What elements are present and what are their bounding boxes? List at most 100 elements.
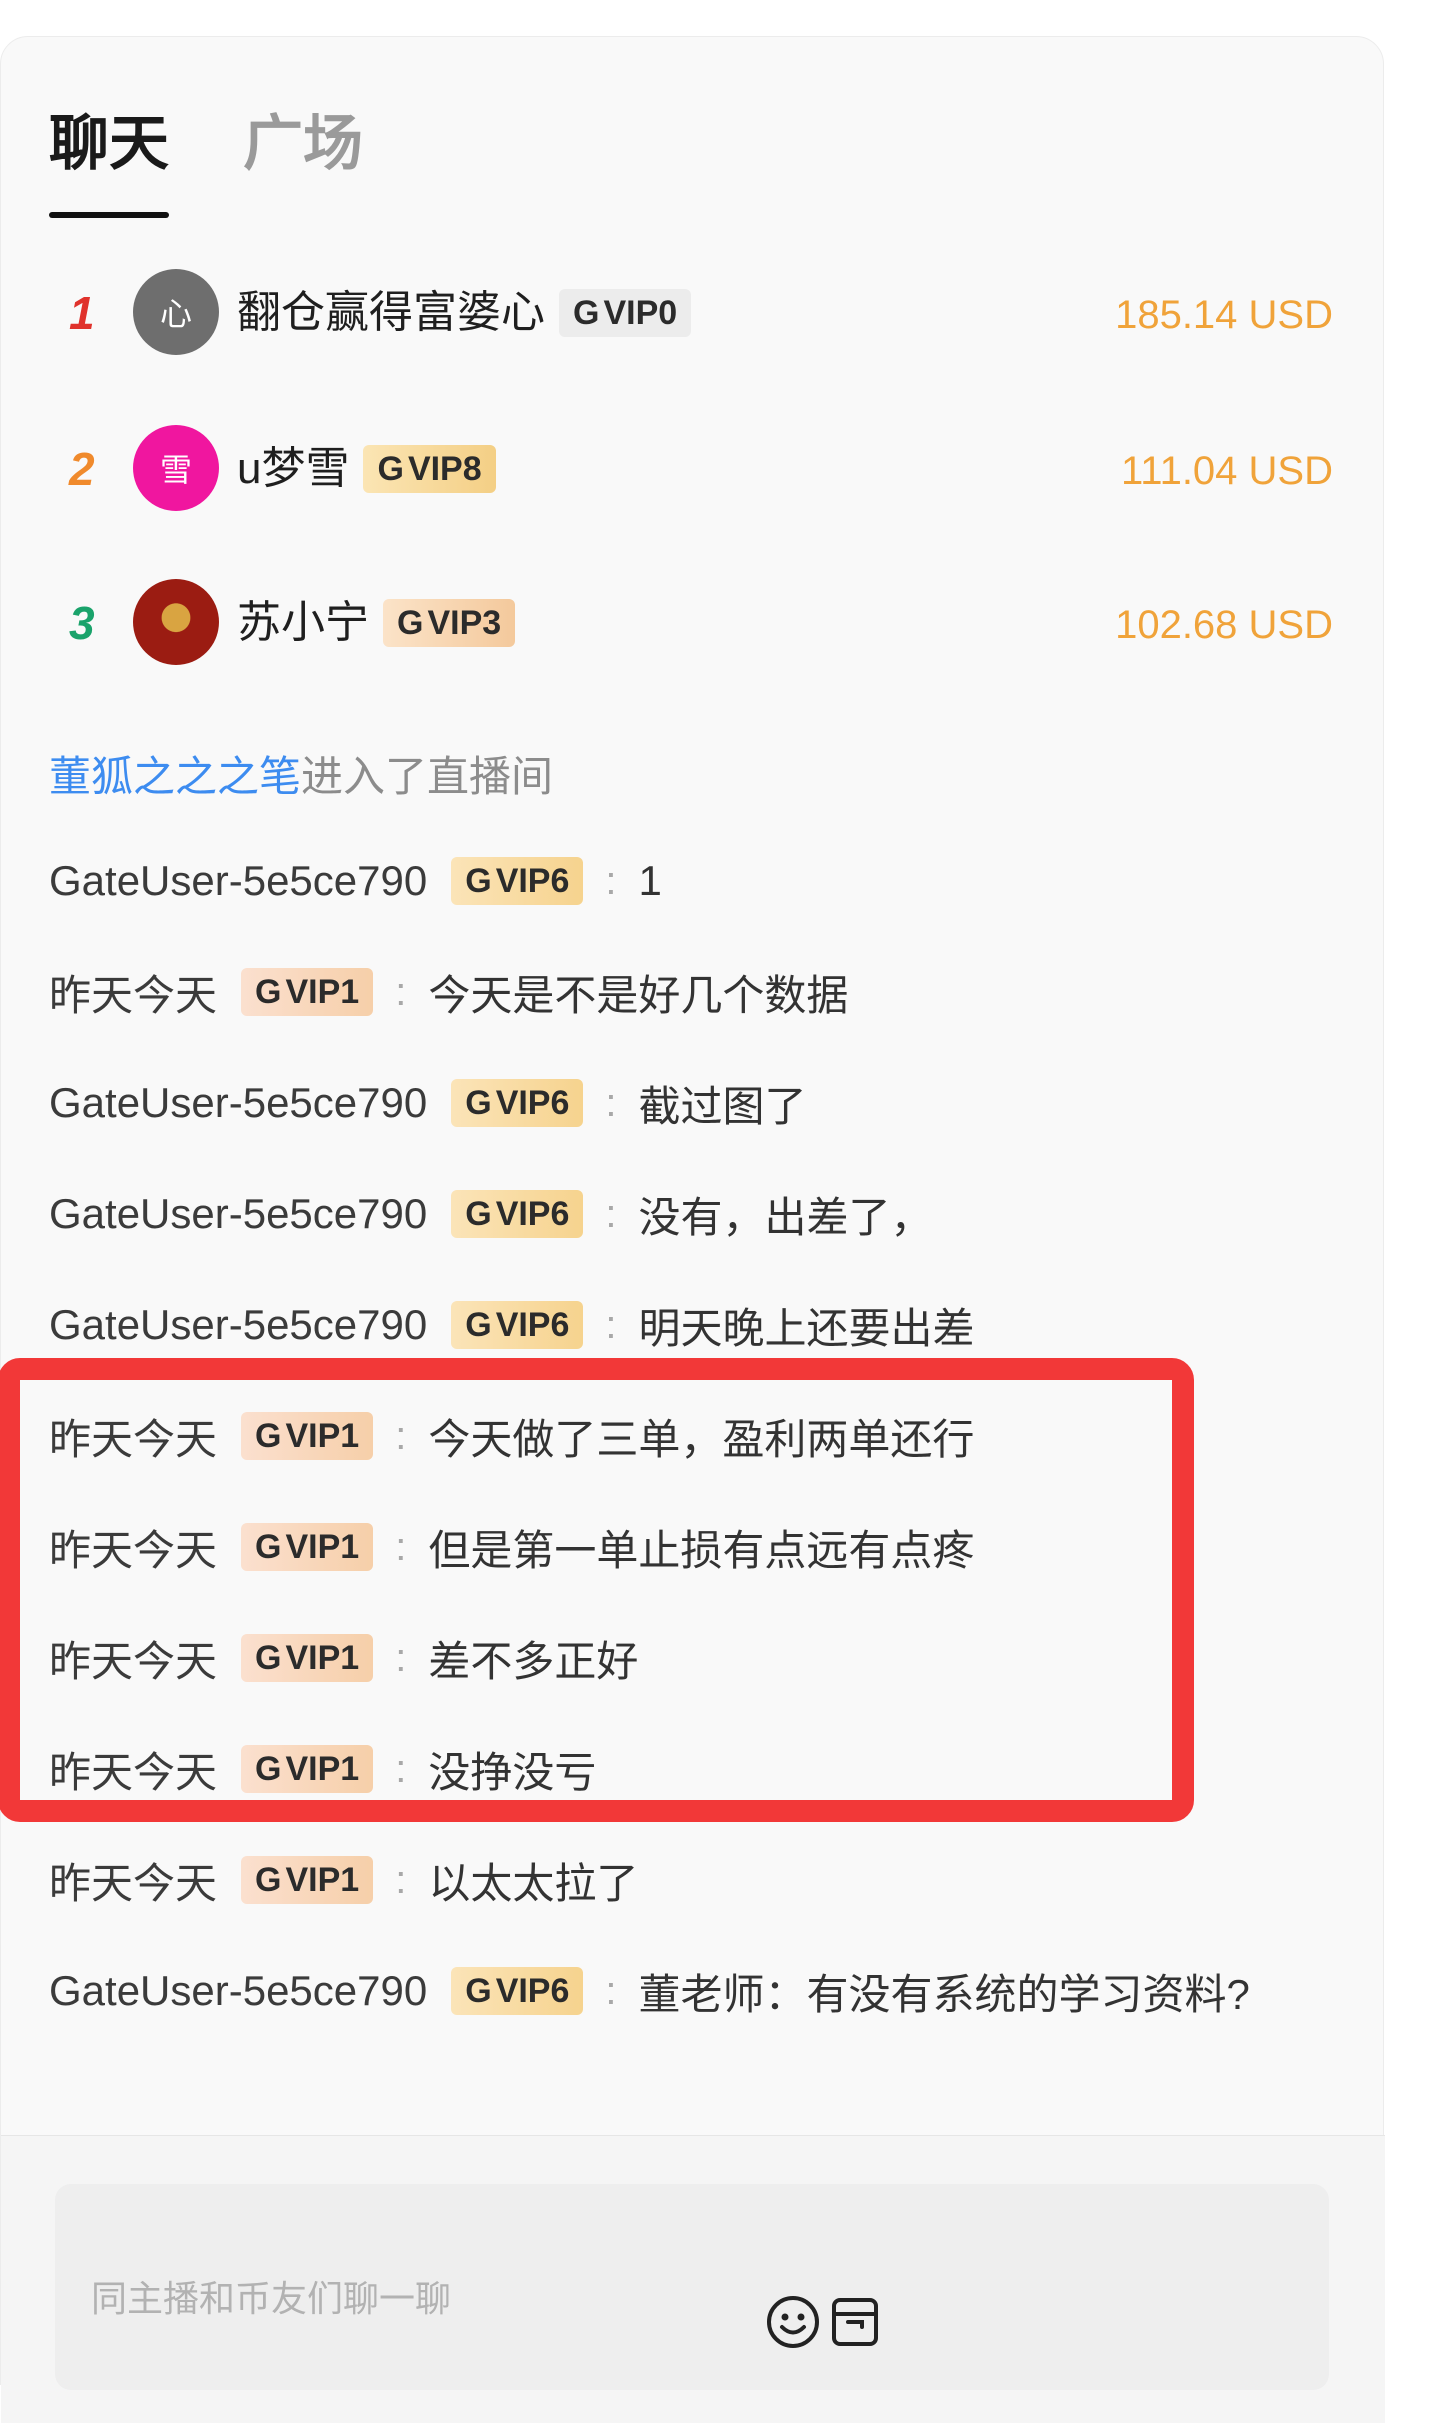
message-username[interactable]: 昨天今天 [49,1850,217,1911]
chat-message: GateUser-5e5ce790 G VIP6:1 [49,851,662,911]
message-username[interactable]: GateUser-5e5ce790 [49,1190,427,1238]
message-separator: : [395,1635,407,1680]
message-text: 今天是不是好几个数据 [428,971,849,1019]
message-text: 明天晚上还要出差 [638,1304,975,1352]
vip-level: VIP1 [285,1528,360,1566]
message-separator: : [605,1302,617,1347]
message-username[interactable]: GateUser-5e5ce790 [49,857,427,905]
tab-square[interactable]: 广场 [243,109,363,179]
message-username[interactable]: GateUser-5e5ce790 [49,1301,427,1349]
chat-input-box[interactable]: 同主播和币友们聊一聊 [55,2184,1329,2390]
message-username[interactable]: GateUser-5e5ce790 [49,1967,427,2015]
gate-logo-icon: G [465,1195,492,1233]
chat-message: GateUser-5e5ce790 G VIP6: 没有，出差了， [49,1184,933,1244]
chat-message: 昨天今天 G VIP1: 今天是不是好几个数据 [49,962,848,1022]
leaderboard-username[interactable]: 苏小宁 [237,598,369,647]
message-username[interactable]: 昨天今天 [49,1406,217,1467]
chat-message: GateUser-5e5ce790 G VIP6: 截过图了 [49,1073,807,1133]
message-separator: : [395,1413,407,1458]
gate-logo-icon: G [255,1417,282,1455]
vip-badge: G VIP6 [451,1967,584,2015]
leaderboard-username[interactable]: 翻仓赢得富婆心 [237,288,545,337]
leaderboard-row[interactable]: 3 苏小宁 G VIP3 102.68 USD [1,579,1385,669]
enter-notice-user[interactable]: 董狐之之之笔 [49,753,301,800]
vip-badge: G VIP6 [451,1079,584,1127]
leaderboard-amount: 185.14 USD [1115,293,1333,337]
message-text: 没挣没亏 [428,1748,597,1796]
leaderboard-user: 翻仓赢得富婆心 G VIP0 [237,287,692,339]
leaderboard-row[interactable]: 2 雪 u梦雪 G VIP8 111.04 USD [1,425,1385,515]
message-text: 董老师：有没有系统的学习资料? [638,1970,1250,2018]
vip-badge: G VIP6 [451,1190,584,1238]
active-tab-indicator [49,212,169,218]
gate-logo-icon: G [255,1528,282,1566]
avatar[interactable] [133,579,219,665]
chat-message: 昨天今天 G VIP1: 以太太拉了 [49,1850,638,1910]
leaderboard-row[interactable]: 1 心 翻仓赢得富婆心 G VIP0 185.14 USD [1,269,1385,359]
message-text: 截过图了 [638,1082,807,1130]
emoji-icon[interactable] [765,2294,821,2350]
vip-badge: G VIP6 [451,1301,584,1349]
vip-badge: G VIP3 [383,599,516,648]
message-text: 以太太拉了 [428,1859,639,1907]
chat-message: 昨天今天 G VIP1: 没挣没亏 [49,1739,596,1799]
leaderboard-username[interactable]: u梦雪 [237,444,349,493]
vip-level: VIP1 [285,1861,360,1899]
leaderboard-amount: 111.04 USD [1121,449,1333,493]
chat-message: GateUser-5e5ce790 G VIP6: 明天晚上还要出差 [49,1295,975,1355]
gate-logo-icon: G [397,604,424,643]
leaderboard-user: u梦雪 G VIP8 [237,443,496,495]
vip-level: VIP3 [427,604,502,643]
vip-level: VIP6 [495,862,570,900]
vip-level: VIP6 [495,1972,570,2010]
avatar[interactable]: 雪 [133,425,219,511]
message-username[interactable]: GateUser-5e5ce790 [49,1079,427,1127]
gate-logo-icon: G [255,973,282,1011]
message-separator: : [605,1968,617,2013]
vip-level: VIP1 [285,1417,360,1455]
vip-level: VIP8 [407,450,482,489]
vip-level: VIP1 [285,1639,360,1677]
enter-notice: 董狐之之之笔进入了直播间 [49,749,553,805]
vip-badge: G VIP1 [241,1745,374,1793]
chat-input-placeholder[interactable]: 同主播和币友们聊一聊 [91,2270,451,2322]
message-username[interactable]: 昨天今天 [49,1628,217,1689]
input-area: 同主播和币友们聊一聊 [1,2135,1385,2423]
chat-message: 昨天今天 G VIP1: 但是第一单止损有点远有点疼 [49,1517,974,1577]
tab-chat[interactable]: 聊天 [49,109,169,179]
gate-logo-icon: G [377,450,404,489]
gate-logo-icon: G [465,862,492,900]
message-text: 今天做了三单，盈利两单还行 [428,1415,975,1463]
avatar-initial: 雪 [159,452,192,488]
avatar[interactable]: 心 [133,269,219,355]
message-separator: : [395,969,407,1014]
vip-level: VIP1 [285,1750,360,1788]
chat-message: GateUser-5e5ce790 G VIP6: 董老师：有没有系统的学习资料? [49,1961,1250,2021]
gate-logo-icon: G [465,1972,492,2010]
message-separator: : [605,1191,617,1236]
message-username[interactable]: 昨天今天 [49,962,217,1023]
vip-badge: G VIP1 [241,1523,374,1571]
message-text: 没有，出差了， [638,1193,933,1241]
gate-logo-icon: G [255,1861,282,1899]
gift-box-icon[interactable] [827,2294,883,2350]
vip-badge: G VIP8 [363,445,496,494]
vip-badge: G VIP1 [241,1412,374,1460]
chat-message: 昨天今天 G VIP1: 今天做了三单，盈利两单还行 [49,1406,974,1466]
gate-logo-icon: G [465,1084,492,1122]
message-username[interactable]: 昨天今天 [49,1517,217,1578]
gate-logo-icon: G [573,294,600,333]
vip-badge: G VIP0 [559,289,692,338]
message-text: 1 [638,857,662,904]
leaderboard-user: 苏小宁 G VIP3 [237,597,516,649]
vip-badge: G VIP6 [451,857,584,905]
vip-badge: G VIP1 [241,1856,374,1904]
message-text: 但是第一单止损有点远有点疼 [428,1526,975,1574]
enter-notice-text: 进入了直播间 [301,753,554,800]
message-separator: : [605,1080,617,1125]
message-separator: : [395,1857,407,1902]
message-text: 差不多正好 [428,1637,639,1685]
gate-logo-icon: G [255,1639,282,1677]
rank-number: 2 [69,443,95,495]
message-username[interactable]: 昨天今天 [49,1739,217,1800]
